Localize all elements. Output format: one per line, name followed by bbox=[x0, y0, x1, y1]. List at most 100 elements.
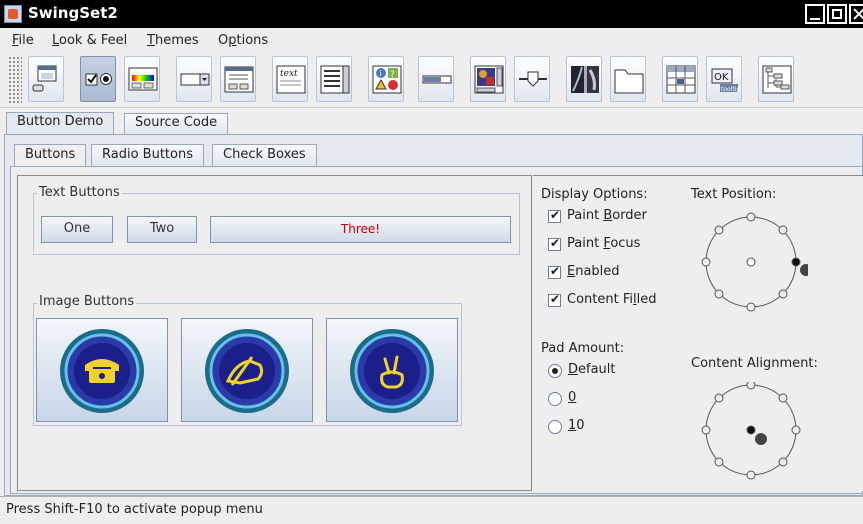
option-pane-button[interactable]: i? bbox=[368, 56, 404, 102]
position-top-dot[interactable] bbox=[746, 212, 756, 222]
minimize-icon[interactable] bbox=[805, 4, 825, 24]
menu-options[interactable]: Options bbox=[218, 33, 268, 48]
label-text: efault bbox=[578, 362, 616, 377]
content-filled-checkbox[interactable] bbox=[548, 292, 561, 307]
color-chooser-icon bbox=[128, 67, 158, 91]
toolbar-grip[interactable] bbox=[8, 56, 22, 104]
align-bottom-left-dot[interactable] bbox=[714, 457, 724, 467]
align-top-dot[interactable] bbox=[746, 382, 756, 390]
position-right-dot-selected[interactable] bbox=[791, 257, 801, 267]
position-bottom-dot[interactable] bbox=[746, 302, 756, 312]
tree-icon bbox=[762, 65, 792, 94]
menu-mnemonic: T bbox=[147, 33, 155, 48]
align-center-dot-selected[interactable] bbox=[746, 425, 756, 435]
paint-focus-checkbox[interactable] bbox=[548, 236, 561, 251]
paint-border-checkbox[interactable] bbox=[548, 208, 561, 223]
peace-image-button[interactable] bbox=[326, 318, 458, 422]
combobox-button[interactable] bbox=[176, 56, 212, 102]
menu-themes[interactable]: Themes bbox=[147, 33, 199, 48]
enabled-label: Enabled bbox=[567, 264, 620, 279]
tooltip-icon: OK tooltip bbox=[711, 68, 740, 93]
scroll-pane-icon bbox=[474, 65, 504, 94]
selected-marker-icon bbox=[800, 264, 808, 276]
tab-check-boxes[interactable]: Check Boxes bbox=[212, 144, 317, 166]
table-button[interactable] bbox=[662, 56, 698, 102]
html-text-button[interactable]: text bbox=[272, 56, 308, 102]
label-text: ocus bbox=[610, 236, 641, 251]
phone-image-button[interactable] bbox=[36, 318, 168, 422]
text-position-selector[interactable] bbox=[698, 212, 808, 322]
svg-text:?: ? bbox=[390, 70, 395, 80]
list-button[interactable] bbox=[316, 56, 352, 102]
svg-text:tooltip: tooltip bbox=[721, 86, 740, 93]
position-left-dot[interactable] bbox=[701, 257, 711, 267]
writing-hand-icon bbox=[205, 329, 289, 413]
window-title: SwingSet2 bbox=[28, 4, 118, 22]
position-center-dot[interactable] bbox=[746, 257, 756, 267]
pad-0-label: 0 bbox=[568, 390, 576, 405]
tabbed-pane-button[interactable] bbox=[610, 56, 646, 102]
tab-radio-buttons[interactable]: Radio Buttons bbox=[91, 144, 204, 166]
one-button[interactable]: One bbox=[41, 216, 113, 243]
button-demo-icon bbox=[85, 73, 112, 86]
two-button[interactable]: Two bbox=[127, 216, 197, 243]
menu-mnemonic: p bbox=[228, 33, 237, 48]
title-bar: SwingSet2 bbox=[0, 0, 863, 28]
align-left-dot[interactable] bbox=[701, 425, 711, 435]
svg-text:OK: OK bbox=[714, 72, 729, 83]
menu-label: O bbox=[218, 33, 229, 48]
maximize-icon[interactable] bbox=[827, 4, 847, 24]
java-app-icon bbox=[4, 5, 22, 23]
align-top-right-dot[interactable] bbox=[778, 393, 788, 403]
pad-10-radio[interactable] bbox=[548, 420, 562, 434]
close-icon[interactable] bbox=[849, 4, 863, 24]
label-text: led bbox=[636, 292, 657, 307]
peace-hand-icon bbox=[350, 329, 434, 413]
tree-button[interactable] bbox=[758, 56, 794, 102]
option-pane-icon: i? bbox=[372, 65, 402, 94]
three-button[interactable]: Three! bbox=[210, 216, 511, 243]
file-chooser-button[interactable] bbox=[220, 56, 256, 102]
content-alignment-selector[interactable] bbox=[698, 382, 808, 492]
label-text: order bbox=[612, 208, 647, 223]
label-mnemonic: B bbox=[603, 208, 613, 223]
text-buttons-title: Text Buttons bbox=[37, 185, 122, 200]
menu-label: hemes bbox=[154, 33, 199, 48]
tab-source-code[interactable]: Source Code bbox=[124, 113, 229, 134]
align-bottom-right-dot[interactable] bbox=[778, 457, 788, 467]
align-bottom-dot[interactable] bbox=[746, 470, 756, 480]
pad-default-radio[interactable] bbox=[548, 364, 562, 378]
position-top-left-dot[interactable] bbox=[714, 225, 724, 235]
pad-amount-label: Pad Amount: bbox=[541, 341, 625, 356]
align-top-left-dot[interactable] bbox=[714, 393, 724, 403]
slider-button[interactable] bbox=[514, 56, 550, 102]
position-bottom-left-dot[interactable] bbox=[714, 289, 724, 299]
tooltip-button[interactable]: OK tooltip bbox=[706, 56, 742, 102]
position-bottom-right-dot[interactable] bbox=[778, 289, 788, 299]
display-options-label: Display Options: bbox=[541, 187, 648, 202]
html-text-icon: text bbox=[276, 65, 306, 94]
button-demo-button[interactable] bbox=[80, 56, 116, 102]
scroll-pane-button[interactable] bbox=[470, 56, 506, 102]
tab-button-demo[interactable]: Button Demo bbox=[6, 112, 115, 135]
label-mnemonic: 0 bbox=[568, 390, 577, 405]
pad-0-radio[interactable] bbox=[548, 392, 562, 406]
menu-look-and-feel[interactable]: Look & Feel bbox=[52, 33, 127, 48]
position-top-right-dot[interactable] bbox=[778, 225, 788, 235]
menu-file[interactable]: File bbox=[12, 33, 34, 48]
tab-buttons[interactable]: Buttons bbox=[14, 144, 87, 166]
progress-bar-button[interactable] bbox=[418, 56, 454, 102]
content-filled-label: Content Filled bbox=[567, 292, 656, 307]
paint-border-label: Paint Border bbox=[567, 208, 647, 223]
label-mnemonic: D bbox=[568, 362, 579, 377]
align-right-dot[interactable] bbox=[791, 425, 801, 435]
enabled-checkbox[interactable] bbox=[548, 264, 561, 279]
internal-frame-button[interactable] bbox=[28, 56, 64, 102]
color-chooser-button[interactable] bbox=[124, 56, 160, 102]
split-pane-button[interactable] bbox=[566, 56, 602, 102]
write-image-button[interactable] bbox=[181, 318, 313, 422]
progress-bar-icon bbox=[422, 75, 452, 84]
menu-label: tions bbox=[236, 33, 269, 48]
label-mnemonic: E bbox=[567, 264, 576, 279]
menu-label: ile bbox=[18, 33, 34, 48]
